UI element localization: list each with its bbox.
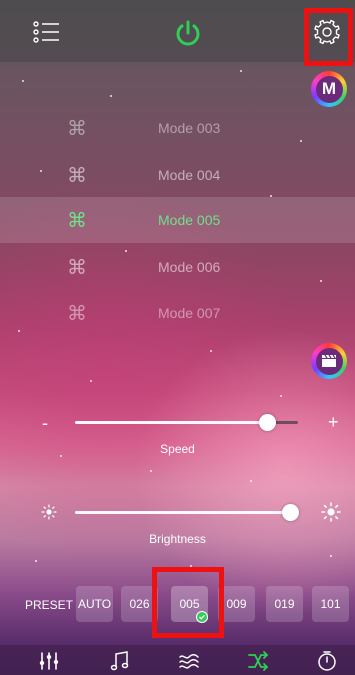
brightness-slider-fill[interactable] [75,511,290,514]
power-icon[interactable] [174,20,202,48]
speed-slider-fill [75,421,267,424]
mode-badge[interactable]: M [311,71,347,107]
command-icon: ⌘ [67,117,87,140]
mode-label: Mode 003 [158,120,221,136]
mode-label: Mode 005 [158,212,221,228]
command-icon: ⌘ [67,209,87,232]
mode-list-item[interactable]: ⌘ Mode 006 [0,244,355,290]
list-menu-icon[interactable] [33,20,61,44]
speed-increase-button[interactable]: + [328,413,339,431]
preset-label: PRESET [25,598,74,612]
shuffle-icon[interactable] [247,650,269,672]
preset-button[interactable]: 101 [312,586,349,622]
preset-highlight-box [152,567,224,638]
mode-label: Mode 006 [158,259,221,275]
equalizer-icon[interactable] [38,650,60,672]
mode-list-item[interactable]: ⌘ Mode 004 [0,152,355,198]
music-note-icon[interactable] [109,650,131,672]
speed-label: Speed [160,442,195,456]
mode-label: Mode 004 [158,167,221,183]
clapperboard-icon [322,354,336,367]
command-icon: ⌘ [67,302,87,325]
wind-icon[interactable] [178,650,200,672]
preset-button[interactable]: AUTO [76,586,113,622]
scene-badge[interactable] [311,343,347,379]
brightness-low-icon[interactable] [41,504,57,520]
mode-list-item[interactable]: ⌘ Mode 007 [0,290,355,336]
command-icon: ⌘ [67,164,87,187]
preset-button[interactable]: 019 [266,586,303,622]
brightness-label: Brightness [149,532,206,546]
brightness-high-icon[interactable] [321,502,341,522]
brightness-slider-thumb[interactable] [282,504,299,521]
settings-highlight-box [304,8,353,66]
timer-icon[interactable] [316,650,338,672]
mode-badge-letter: M [315,75,343,103]
speed-slider-thumb[interactable] [258,414,276,431]
mode-list-item[interactable]: ⌘ Mode 003 [0,105,355,151]
mode-list-item-selected[interactable]: ⌘ Mode 005 [0,197,355,243]
mode-label: Mode 007 [158,305,221,321]
speed-decrease-button[interactable]: - [42,414,48,432]
command-icon: ⌘ [67,256,87,279]
